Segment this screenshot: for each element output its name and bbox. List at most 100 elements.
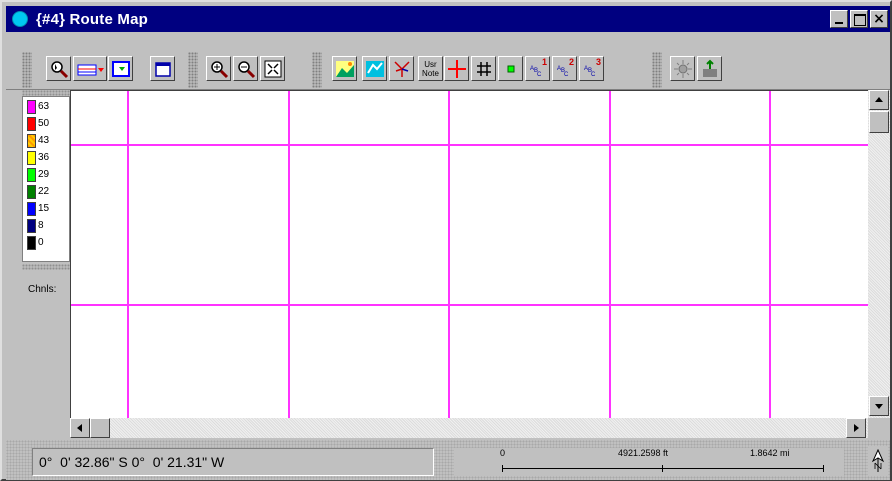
svg-text:C: C <box>591 72 596 78</box>
toolbar-grip[interactable] <box>22 52 32 88</box>
legend-swatch <box>27 201 36 216</box>
landscape-icon <box>335 60 354 77</box>
zoom-out-2x-tool[interactable] <box>233 56 258 81</box>
legend-grip-bottom[interactable] <box>22 264 70 270</box>
toolbar: Usr Note ABC 1 ABC 2 ABC 3 <box>6 34 890 90</box>
legend-panel: 63 50 43 36 29 22 15 8 0 <box>22 96 70 262</box>
window-title: {#4} Route Map <box>36 10 148 28</box>
scale-line <box>502 468 824 469</box>
grid-line <box>448 91 450 418</box>
scale-tick <box>662 465 663 472</box>
scroll-corner <box>868 418 890 438</box>
grid-line <box>609 91 611 418</box>
scale-zero-label: 0 <box>500 448 506 458</box>
legend-swatch <box>27 133 36 148</box>
scale-tick <box>823 465 824 472</box>
crosshair-tool[interactable] <box>444 56 469 81</box>
scroll-right-button[interactable] <box>846 418 866 438</box>
label-set-1-tool[interactable]: ABC 1 <box>525 56 550 81</box>
channels-label: Chnls: <box>28 284 57 295</box>
export-tool[interactable] <box>697 56 722 81</box>
horizontal-scrollbar[interactable] <box>70 418 868 438</box>
toolbar-grip[interactable] <box>188 52 198 88</box>
branch-icon <box>393 60 410 77</box>
green-square-icon <box>507 65 514 72</box>
grid-line <box>71 144 868 146</box>
map-layer-dropdown[interactable] <box>73 56 107 81</box>
legend-swatch <box>27 184 36 199</box>
zoom-in-2x-tool[interactable] <box>206 56 231 81</box>
scale-tick <box>502 465 503 472</box>
window-controls: × <box>828 10 888 28</box>
crosshair-icon <box>447 59 466 78</box>
map-canvas[interactable] <box>70 90 868 418</box>
legend-item: 63 <box>27 99 49 114</box>
zoom-out-icon <box>237 60 255 78</box>
route-tool[interactable] <box>389 56 414 81</box>
scroll-up-button[interactable] <box>869 90 889 110</box>
maximize-button[interactable] <box>850 10 868 28</box>
legend-item: 0 <box>27 235 44 250</box>
grid-tool[interactable] <box>471 56 496 81</box>
map-frame-icon <box>111 60 130 77</box>
scroll-left-button[interactable] <box>70 418 90 438</box>
legend-item: 22 <box>27 184 49 199</box>
scroll-down-button[interactable] <box>869 396 889 416</box>
grid-line <box>71 304 868 306</box>
map-view-tool[interactable] <box>108 56 133 81</box>
legend-swatch <box>27 235 36 250</box>
export-icon <box>702 59 717 77</box>
user-note-tool[interactable]: Usr Note <box>418 56 443 81</box>
scale-bar: 0 4921.2598 ft 1.8642 mi <box>454 448 844 476</box>
magnifier-pointer-icon <box>50 60 68 78</box>
legend-swatch <box>27 167 36 182</box>
legend-item: 8 <box>27 218 44 233</box>
zoom-select-tool[interactable] <box>46 56 71 81</box>
sun-icon <box>673 59 692 78</box>
terrain-tool[interactable] <box>332 56 357 81</box>
grid-icon <box>476 61 491 76</box>
grid-line <box>127 91 129 418</box>
vertical-scroll-thumb[interactable] <box>869 111 889 133</box>
label-set-1-number: 1 <box>541 57 547 67</box>
grid-line <box>288 91 290 418</box>
toolbar-grip[interactable] <box>312 52 322 88</box>
legend-swatch <box>27 99 36 114</box>
close-button[interactable]: × <box>870 10 888 28</box>
zoom-fit-tool[interactable] <box>260 56 285 81</box>
legend-swatch <box>27 218 36 233</box>
north-arrow-button[interactable] <box>868 446 888 476</box>
label-set-2-number: 2 <box>568 57 574 67</box>
legend-item: 50 <box>27 116 49 131</box>
scale-mid-label: 4921.2598 ft <box>618 448 669 458</box>
minimize-button[interactable] <box>830 10 848 28</box>
blank-map-tool[interactable] <box>150 56 175 81</box>
label-set-2-tool[interactable]: ABC 2 <box>552 56 577 81</box>
toolbar-grip[interactable] <box>652 52 662 88</box>
legend-item: 43 <box>27 133 49 148</box>
scale-end-label: 1.8642 mi <box>750 448 790 458</box>
grid-line <box>769 91 771 418</box>
window-icon <box>154 61 171 77</box>
route-map-window: {#4} Route Map × Usr Note A B C 1 A B C … <box>0 0 892 481</box>
label-set-3-number: 3 <box>595 57 601 67</box>
app-icon[interactable] <box>12 11 28 27</box>
terrain-icon <box>365 60 384 77</box>
terrain-edit-tool[interactable] <box>362 56 387 81</box>
north-arrow-icon <box>871 449 885 472</box>
map-layers-icon <box>77 64 104 75</box>
sun-tool[interactable] <box>670 56 695 81</box>
vertical-scrollbar[interactable] <box>868 90 890 418</box>
horizontal-scroll-thumb[interactable] <box>90 418 110 438</box>
title-bar[interactable]: {#4} Route Map × <box>6 6 890 32</box>
svg-text:C: C <box>537 72 542 78</box>
coordinate-readout: 0° 0' 32.86" S 0° 0' 21.31" W <box>32 448 434 476</box>
marker-tool[interactable] <box>498 56 523 81</box>
fit-extent-icon <box>264 60 281 77</box>
legend-item: 29 <box>27 167 49 182</box>
legend-item: 36 <box>27 150 49 165</box>
legend-swatch <box>27 116 36 131</box>
legend-swatch <box>27 150 36 165</box>
legend-item: 15 <box>27 201 49 216</box>
label-set-3-tool[interactable]: ABC 3 <box>579 56 604 81</box>
